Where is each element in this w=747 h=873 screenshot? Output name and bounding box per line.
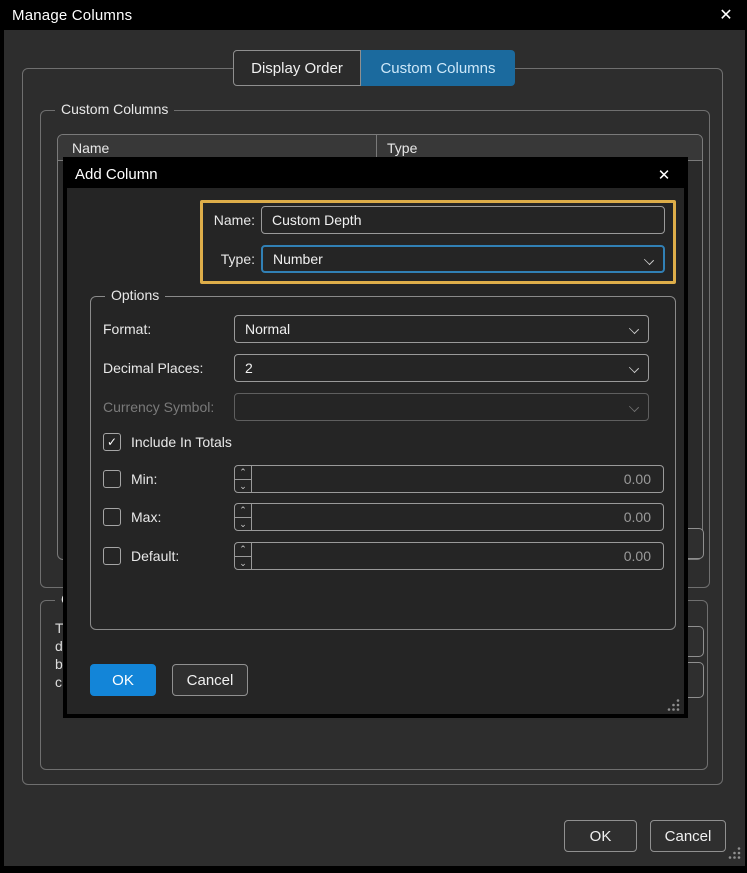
dialog-titlebar: Add Column ✕ [67,161,684,188]
include-in-totals-label: Include In Totals [131,434,232,450]
dialog-cancel-label: Cancel [186,671,234,689]
spin-up-button[interactable]: ⌃ [235,504,251,518]
dialog-ok-button[interactable]: OK [90,664,156,696]
format-select[interactable]: Normal [234,315,649,343]
name-input[interactable] [261,206,665,234]
window-resize-grip[interactable] [727,845,742,860]
dialog-close-button[interactable]: ✕ [652,163,676,186]
cancel-button-label: Cancel [664,827,712,845]
spin-up-button[interactable]: ⌃ [235,466,251,480]
min-checkbox[interactable] [103,470,121,488]
chevron-down-icon: ⌄ [239,518,247,529]
min-label: Min: [131,471,158,487]
chevron-down-icon [628,323,640,335]
default-value: 0.00 [623,548,651,564]
default-spinner: ⌃ ⌄ [234,542,252,570]
format-label: Format: [103,321,152,337]
window-titlebar: Manage Columns ✕ [0,0,747,30]
column-header-name[interactable]: Name [58,140,376,156]
tab-label: Display Order [251,59,343,77]
max-spinner: ⌃ ⌄ [234,503,252,531]
chevron-down-icon [628,362,640,374]
chevron-up-icon: ⌃ [239,467,247,478]
min-value-field[interactable]: 0.00 [252,465,664,493]
max-checkbox[interactable] [103,508,121,526]
chevron-up-icon: ⌃ [239,505,247,516]
min-value: 0.00 [623,471,651,487]
add-column-dialog: Add Column ✕ Name: Type: Number Options … [63,157,688,718]
chevron-down-icon [628,401,640,413]
ok-button-label: OK [589,827,612,845]
max-value: 0.00 [623,509,651,525]
close-icon: ✕ [719,7,733,24]
type-select[interactable]: Number [261,245,665,273]
ok-button[interactable]: OK [564,820,637,852]
default-value-field[interactable]: 0.00 [252,542,664,570]
min-spinner: ⌃ ⌄ [234,465,252,493]
dialog-title: Add Column [75,166,158,183]
name-label: Name: [213,212,255,228]
max-value-field[interactable]: 0.00 [252,503,664,531]
max-label: Max: [131,509,162,525]
type-label: Type: [220,251,255,267]
window-close-button[interactable]: ✕ [713,3,739,27]
tab-label: Custom Columns [380,59,496,77]
decimal-places-value: 2 [245,360,253,376]
spin-down-button[interactable]: ⌄ [235,480,251,493]
tab-display-order[interactable]: Display Order [233,50,361,86]
dialog-resize-grip[interactable] [666,697,681,712]
options-group-label: Options [105,287,166,303]
chevron-down-icon: ⌄ [239,480,247,491]
dialog-cancel-button[interactable]: Cancel [172,664,248,696]
window-title: Manage Columns [12,6,133,24]
check-icon: ✓ [106,435,118,449]
default-label: Default: [131,548,180,564]
include-in-totals-checkbox[interactable]: ✓ [103,433,121,451]
manage-columns-window: Manage Columns ✕ Display Order Custom Co… [0,0,747,873]
chevron-down-icon [643,254,655,266]
custom-columns-group-label: Custom Columns [55,101,175,117]
cancel-button[interactable]: Cancel [650,820,726,852]
currency-symbol-label: Currency Symbol: [103,399,215,415]
chevron-up-icon: ⌃ [239,544,247,555]
format-select-value: Normal [245,321,291,337]
options-group: Options Format: Normal Decimal Places: 2… [90,287,676,630]
decimal-places-label: Decimal Places: [103,360,204,376]
dialog-ok-label: OK [112,671,134,689]
tab-custom-columns[interactable]: Custom Columns [361,50,515,86]
decimal-places-select[interactable]: 2 [234,354,649,382]
spin-down-button[interactable]: ⌄ [235,557,251,570]
chevron-down-icon: ⌄ [239,557,247,568]
default-checkbox[interactable] [103,547,121,565]
type-select-value: Number [273,251,323,267]
spin-down-button[interactable]: ⌄ [235,518,251,531]
spin-up-button[interactable]: ⌃ [235,543,251,557]
currency-symbol-select[interactable] [234,393,649,421]
close-icon: ✕ [657,166,671,184]
